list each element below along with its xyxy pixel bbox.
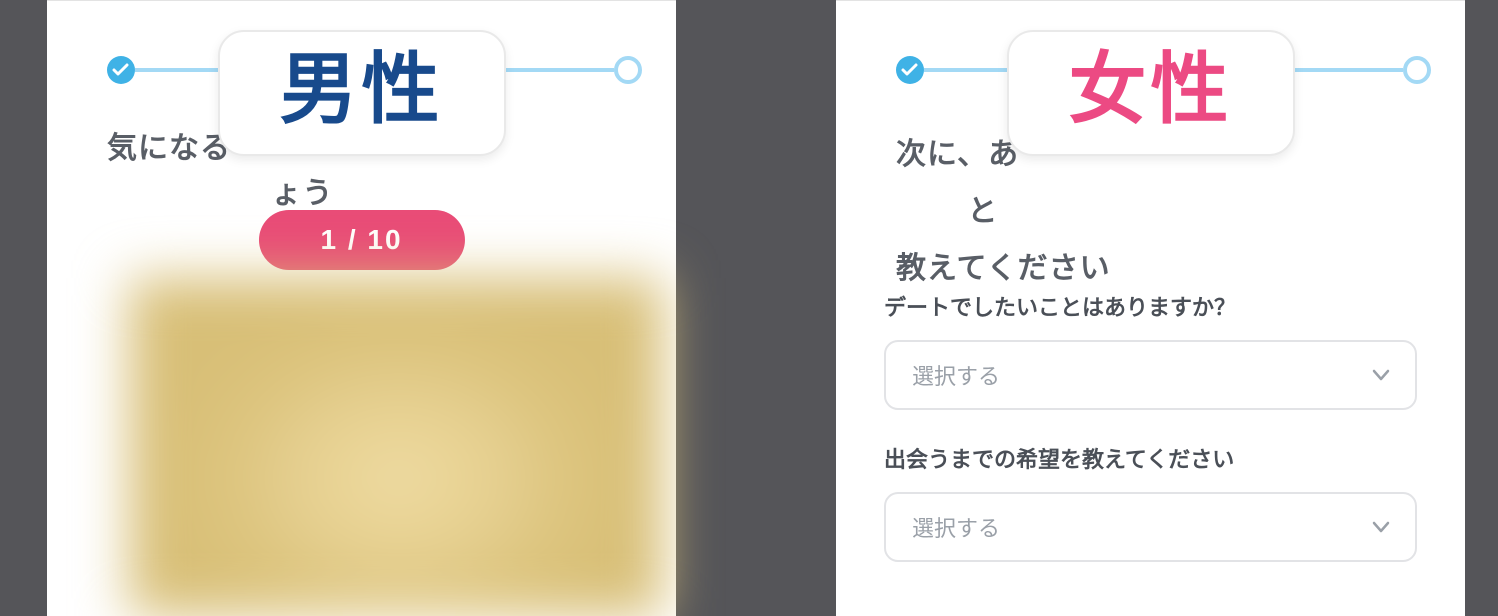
heading-line1-left: 次に、あ <box>896 138 1019 171</box>
progress-step-done <box>896 56 924 84</box>
progress-count-text: 1 / 10 <box>320 224 402 255</box>
question-label-2: 出会うまでの希望を教えてください <box>884 442 1417 474</box>
question-label-1: デートでしたいことはありますか？ <box>884 290 1417 322</box>
progress-step-pending <box>1403 56 1431 84</box>
chevron-down-icon <box>1371 365 1391 385</box>
gender-badge-male: 男性 <box>217 30 505 156</box>
select-date-activity[interactable]: 選択する <box>884 340 1417 410</box>
gender-badge-label: 女性 <box>1068 45 1232 133</box>
heading-line1-right: と <box>967 195 998 228</box>
select-placeholder: 選択する <box>912 359 1000 391</box>
profile-blurred-image <box>129 278 663 616</box>
progress-count-pill: 1 / 10 <box>258 210 464 270</box>
form-area: デートでしたいことはありますか？ 選択する 出会うまでの希望を教えてください 選… <box>884 290 1417 594</box>
divider <box>836 0 1465 1</box>
select-placeholder: 選択する <box>912 511 1000 543</box>
heading-part-right: ょう <box>271 177 333 210</box>
heading-part-left: 気になる <box>107 132 231 165</box>
male-card: 気になる ＿＿＿＿＿＿＿＿＿＿＿＿＿＿＿＿＿ ょう 男性 1 / 10 <box>47 0 676 616</box>
divider <box>47 0 676 1</box>
select-meeting-preference[interactable]: 選択する <box>884 492 1417 562</box>
progress-step-done <box>107 56 135 84</box>
heading-line2: 教えてください <box>896 252 1111 285</box>
chevron-down-icon <box>1371 517 1391 537</box>
gender-badge-label: 男性 <box>279 45 443 133</box>
progress-step-pending <box>614 56 642 84</box>
gender-badge-female: 女性 <box>1006 30 1294 156</box>
female-card: 次に、あ ＿＿＿＿＿＿＿＿＿＿＿＿＿＿ と 教えてください 女性 デートでしたい… <box>836 0 1465 616</box>
